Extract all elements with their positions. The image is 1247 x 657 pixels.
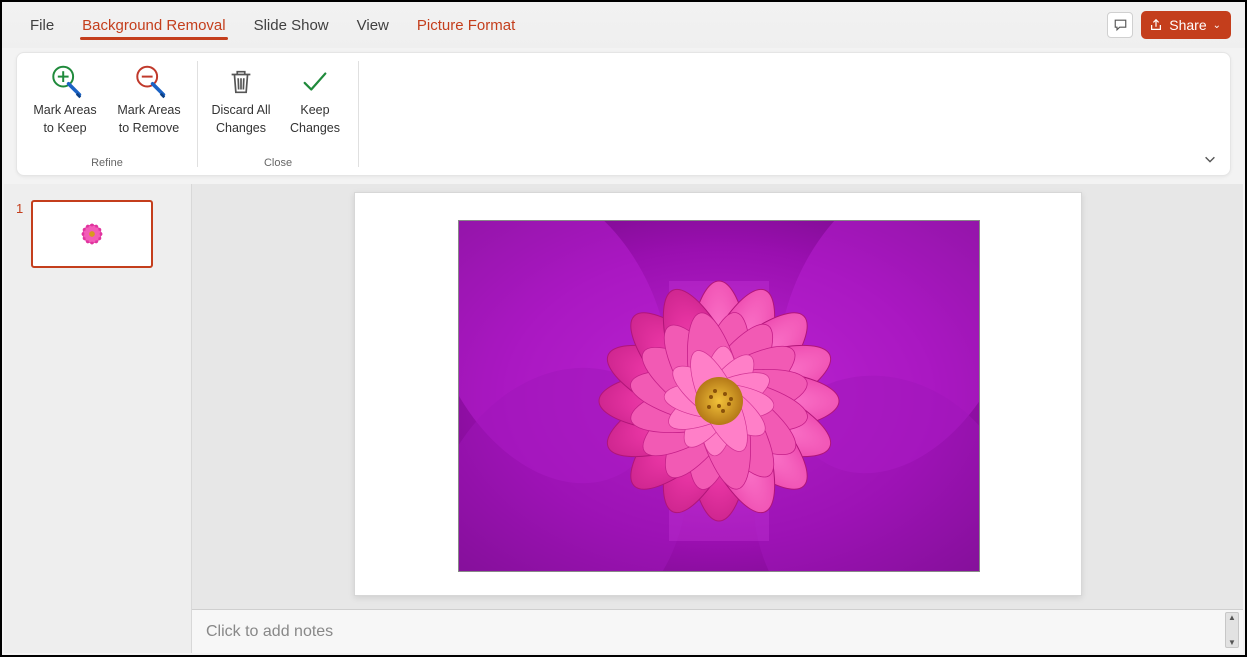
discard-all-changes-button[interactable]: Discard All Changes xyxy=(206,59,276,136)
share-label: Share xyxy=(1169,17,1206,33)
group-label-close: Close xyxy=(264,157,292,171)
mark-areas-to-remove-button[interactable]: Mark Areas to Remove xyxy=(109,59,189,136)
discard-label-2: Changes xyxy=(216,121,266,137)
mark-remove-label-1: Mark Areas xyxy=(117,103,180,119)
slide-thumbnail-1[interactable] xyxy=(31,200,153,268)
tab-background-removal[interactable]: Background Removal xyxy=(68,7,239,44)
tab-slide-show[interactable]: Slide Show xyxy=(240,7,343,44)
collapse-ribbon-button[interactable] xyxy=(1200,149,1220,169)
thumbnail-number: 1 xyxy=(16,202,23,215)
thumbnail-panel: 1 xyxy=(4,184,192,653)
comment-icon xyxy=(1113,18,1128,32)
scroll-up-icon: ▲ xyxy=(1228,613,1236,622)
group-label-refine: Refine xyxy=(91,157,123,171)
selected-picture[interactable] xyxy=(459,221,979,571)
mark-remove-label-2: to Remove xyxy=(119,121,179,137)
ribbon-group-refine: Mark Areas to Keep Mark Areas to Remove … xyxy=(17,53,197,175)
tab-picture-format[interactable]: Picture Format xyxy=(403,7,529,44)
flower-image xyxy=(459,221,979,571)
thumbnail-row: 1 xyxy=(16,200,179,268)
editor-area: Click to add notes ▲ ▼ xyxy=(192,184,1243,653)
ribbon-group-close: Discard All Changes Keep Changes Close xyxy=(198,53,358,175)
mark-keep-label-2: to Keep xyxy=(43,121,86,137)
trash-icon xyxy=(226,66,256,98)
keep-label-1: Keep xyxy=(300,103,329,119)
mark-keep-icon xyxy=(46,64,84,100)
tab-file[interactable]: File xyxy=(16,7,68,44)
ribbon: Mark Areas to Keep Mark Areas to Remove … xyxy=(16,52,1231,176)
flower-thumbnail-icon xyxy=(68,215,116,253)
tab-view[interactable]: View xyxy=(343,7,403,44)
mark-areas-to-keep-button[interactable]: Mark Areas to Keep xyxy=(25,59,105,136)
main-area: 1 xyxy=(4,184,1243,653)
keep-changes-button[interactable]: Keep Changes xyxy=(280,59,350,136)
keep-label-2: Changes xyxy=(290,121,340,137)
slide-canvas[interactable] xyxy=(354,192,1082,596)
notes-pane[interactable]: Click to add notes ▲ ▼ xyxy=(192,609,1243,653)
canvas-wrap xyxy=(192,184,1243,609)
discard-label-1: Discard All xyxy=(211,103,270,119)
checkmark-icon xyxy=(299,67,331,97)
ribbon-separator-2 xyxy=(358,61,359,167)
comments-button[interactable] xyxy=(1107,12,1133,38)
share-button[interactable]: Share ⌄ xyxy=(1141,11,1231,39)
chevron-down-icon xyxy=(1203,152,1217,166)
chevron-down-icon: ⌄ xyxy=(1213,20,1221,31)
notes-placeholder: Click to add notes xyxy=(206,623,333,641)
menubar: File Background Removal Slide Show View … xyxy=(2,2,1245,48)
notes-scrollbar[interactable]: ▲ ▼ xyxy=(1225,612,1239,648)
share-icon xyxy=(1149,18,1163,32)
mark-keep-label-1: Mark Areas xyxy=(33,103,96,119)
mark-remove-icon xyxy=(130,64,168,100)
scroll-down-icon: ▼ xyxy=(1228,638,1236,647)
